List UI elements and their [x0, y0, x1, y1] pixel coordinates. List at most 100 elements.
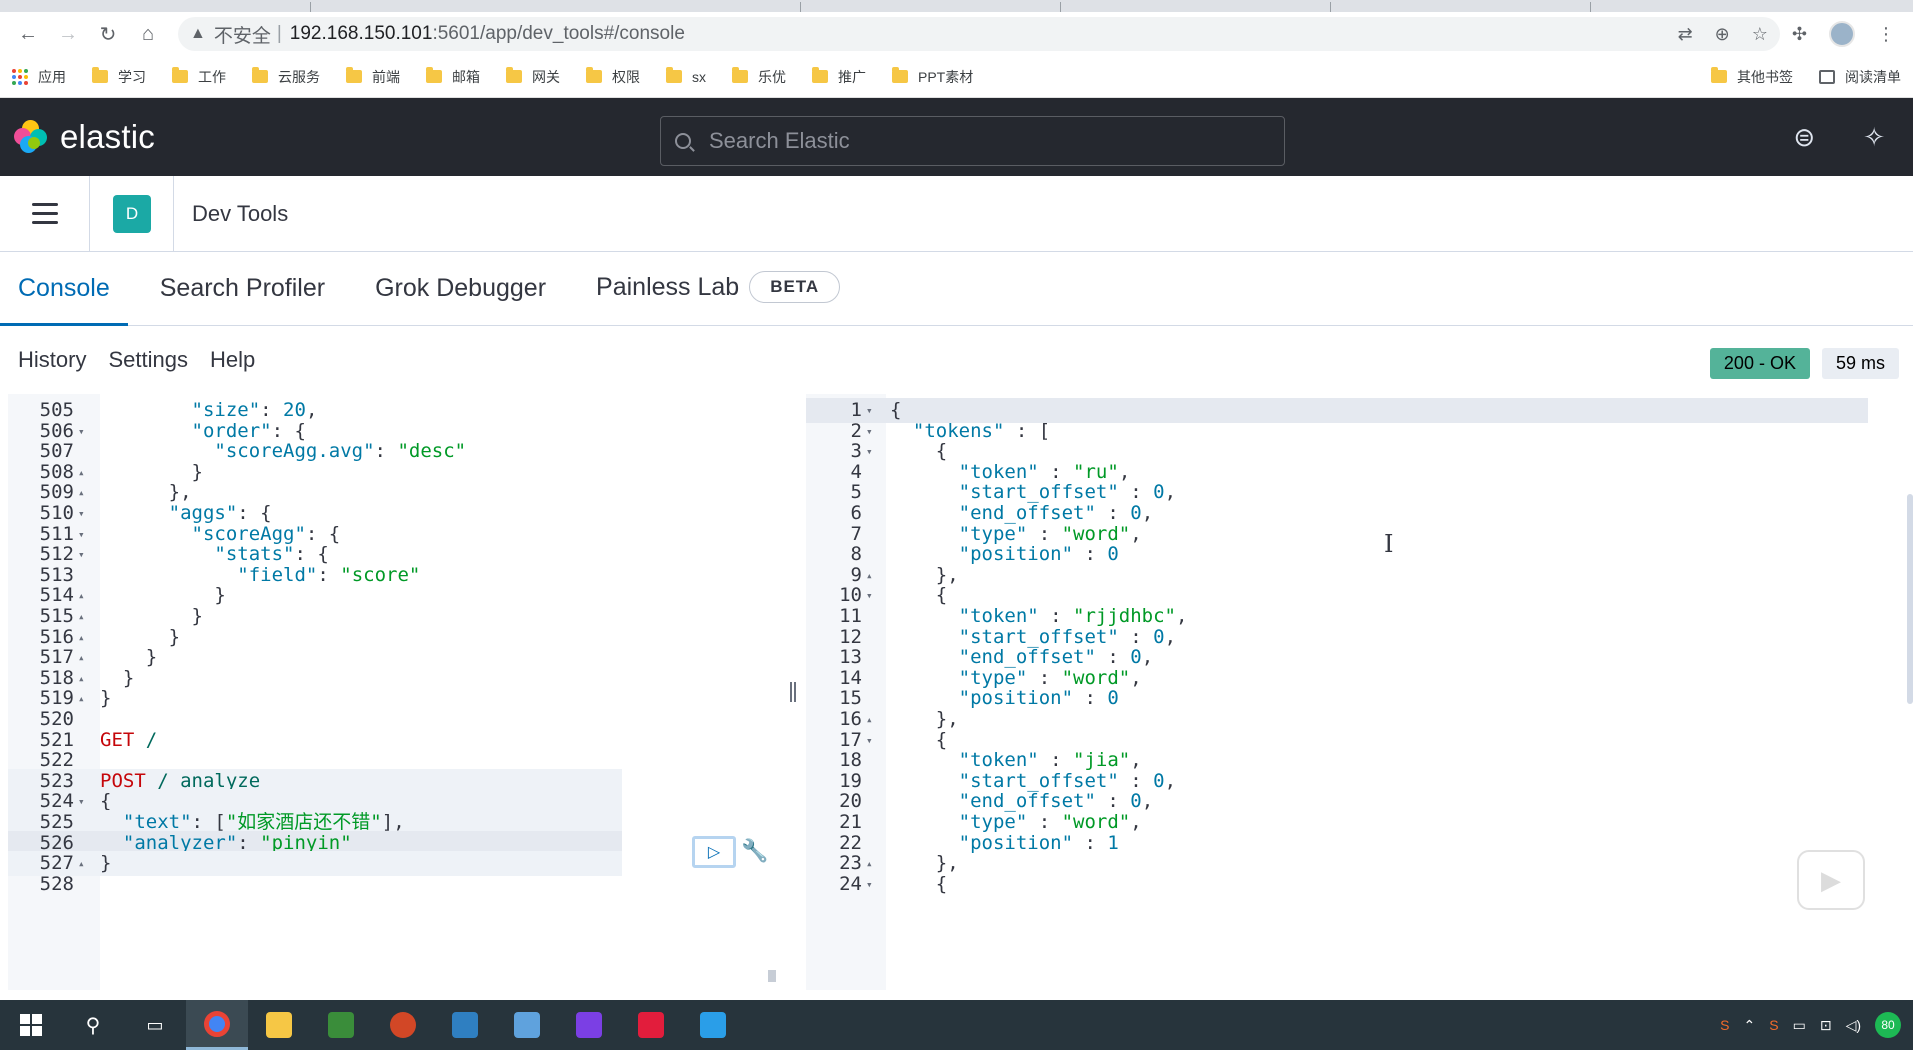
- network-icon[interactable]: ⊡: [1820, 1017, 1832, 1034]
- console-editors: 505 "size": 20, 506 ▾ "order": {507 "score…: [0, 394, 1913, 990]
- settings-link[interactable]: Settings: [108, 347, 188, 373]
- browser-tab-strip: [0, 0, 1913, 12]
- request-line[interactable]: 528: [8, 872, 622, 897]
- newsfeed-icon[interactable]: ✧: [1863, 122, 1885, 153]
- reading-list-icon: [1819, 69, 1835, 84]
- search-input[interactable]: [709, 128, 1269, 154]
- help-icon[interactable]: ⊜: [1793, 122, 1815, 153]
- send-request-icon[interactable]: ▷: [692, 836, 736, 868]
- folder-icon: [586, 67, 602, 83]
- taskbar-search-icon[interactable]: ⚲: [62, 1000, 124, 1050]
- help-link[interactable]: Help: [210, 347, 255, 373]
- url-host[interactable]: 192.168.150.101: [290, 23, 433, 45]
- folder-icon: [666, 67, 682, 83]
- fold-collapse-icon[interactable]: ▾: [866, 872, 873, 897]
- response-editor[interactable]: 1 ▾{2 ▾ "tokens" : [3 ▾ {4 "token" : "ru", 5…: [806, 394, 1878, 990]
- bookmark-folder[interactable]: 云服务: [252, 67, 320, 87]
- apps-grid-icon: [12, 68, 28, 85]
- latency-badge: 59 ms: [1821, 348, 1899, 379]
- reading-list[interactable]: 阅读清单: [1819, 67, 1901, 87]
- bookmark-folder[interactable]: 网关: [506, 67, 560, 87]
- translate-icon[interactable]: ⇄: [1678, 24, 1693, 45]
- tab-painless-lab[interactable]: Painless Lab BETA: [578, 271, 858, 325]
- breadcrumb-dev-tools: Dev Tools: [192, 200, 289, 226]
- response-line[interactable]: 24 ▾ {: [806, 872, 1878, 897]
- omnibox-divider: |: [276, 23, 282, 44]
- tab-console[interactable]: Console: [0, 274, 128, 326]
- space-avatar[interactable]: D: [113, 194, 151, 233]
- address-bar[interactable]: ▲ 不安全 | 192.168.150.101:5601/app/dev_too…: [178, 17, 1780, 51]
- folder-icon: [346, 67, 362, 83]
- back-icon[interactable]: ←: [10, 16, 46, 52]
- vmware-taskbar-icon[interactable]: [434, 1000, 496, 1050]
- search-icon: [675, 133, 691, 149]
- vscode-taskbar-icon[interactable]: [682, 1000, 744, 1050]
- notebook-taskbar-icon[interactable]: [310, 1000, 372, 1050]
- star-icon[interactable]: ☆: [1752, 24, 1768, 45]
- tray-chevron-icon[interactable]: ⌃: [1744, 1017, 1756, 1034]
- home-icon[interactable]: ⌂: [130, 16, 166, 52]
- intellij-taskbar-icon[interactable]: [558, 1000, 620, 1050]
- folder-icon: [506, 67, 522, 83]
- notification-badge[interactable]: 80: [1875, 1012, 1901, 1038]
- bookmark-label: 推广: [838, 68, 866, 85]
- ime-icon[interactable]: S: [1720, 1017, 1729, 1033]
- bookmark-label: 阅读清单: [1845, 68, 1901, 85]
- wrench-icon[interactable]: 🔧: [740, 836, 770, 866]
- folder-icon: [252, 67, 268, 83]
- bookmark-folder[interactable]: 学习: [92, 67, 146, 87]
- powerpoint-taskbar-icon[interactable]: [372, 1000, 434, 1050]
- bookmark-label: 学习: [118, 68, 146, 85]
- tab-separator: [310, 2, 311, 12]
- bookmark-folder[interactable]: 邮箱: [426, 67, 480, 87]
- bookmark-other[interactable]: 其他书签: [1711, 67, 1793, 87]
- global-search[interactable]: [660, 116, 1285, 166]
- bookmarks-bar: 应用 学习 工作 云服务 前端 邮箱 网关 权限 sx 乐优 推广 PPT素材 …: [0, 56, 1913, 98]
- elastic-logo[interactable]: elastic: [14, 118, 155, 156]
- response-scrollbar[interactable]: [1907, 494, 1913, 704]
- tab-search-profiler[interactable]: Search Profiler: [142, 274, 343, 325]
- bookmark-folder[interactable]: 权限: [586, 67, 640, 87]
- task-view-icon[interactable]: ▭: [124, 1000, 186, 1050]
- reload-icon[interactable]: ↻: [90, 16, 126, 52]
- line-number: 528: [39, 872, 74, 895]
- extensions-icon[interactable]: ✣: [1792, 24, 1807, 45]
- chrome-taskbar-icon[interactable]: [186, 1000, 248, 1050]
- request-editor[interactable]: 505 "size": 20, 506 ▾ "order": {507 "score…: [8, 394, 760, 990]
- bookmark-folder[interactable]: 乐优: [732, 67, 786, 87]
- battery-icon[interactable]: ▭: [1793, 1017, 1806, 1034]
- brand-name: elastic: [60, 118, 155, 155]
- history-link[interactable]: History: [18, 347, 86, 373]
- zoom-icon[interactable]: ⊕: [1715, 24, 1730, 45]
- tab-separator: [800, 2, 801, 12]
- hamburger-menu-icon[interactable]: [0, 175, 90, 252]
- video-play-icon[interactable]: ▶: [1797, 850, 1865, 910]
- menu-kebab-icon[interactable]: ⋮: [1877, 24, 1895, 45]
- url-path[interactable]: :5601/app/dev_tools#/console: [432, 23, 684, 45]
- profile-avatar[interactable]: [1829, 21, 1855, 47]
- tab-grok-debugger[interactable]: Grok Debugger: [357, 274, 564, 325]
- windows-start-icon[interactable]: [0, 1000, 62, 1050]
- bookmark-folder[interactable]: sx: [666, 67, 706, 85]
- resize-grip[interactable]: [768, 970, 776, 982]
- security-label[interactable]: 不安全: [214, 21, 271, 48]
- bookmark-apps[interactable]: 应用: [12, 67, 66, 87]
- sogou-icon[interactable]: S: [1769, 1017, 1778, 1033]
- bookmark-folder[interactable]: PPT素材: [892, 67, 973, 87]
- volume-icon[interactable]: ◁): [1846, 1017, 1861, 1034]
- folder-icon: [892, 67, 908, 83]
- folder-icon: [1711, 67, 1727, 83]
- breadcrumb-divider: [173, 175, 174, 252]
- pane-resizer[interactable]: [790, 682, 796, 702]
- bookmark-folder[interactable]: 推广: [812, 67, 866, 87]
- youdao-taskbar-icon[interactable]: [620, 1000, 682, 1050]
- line-number: 24: [839, 872, 862, 895]
- bookmark-folder[interactable]: 前端: [346, 67, 400, 87]
- explorer-taskbar-icon[interactable]: [248, 1000, 310, 1050]
- tab-separator: [1060, 2, 1061, 12]
- status-badge: 200 - OK: [1709, 348, 1810, 379]
- bookmark-folder[interactable]: 工作: [172, 67, 226, 87]
- remote-desktop-taskbar-icon[interactable]: [496, 1000, 558, 1050]
- warning-icon[interactable]: ▲: [190, 25, 206, 43]
- forward-icon[interactable]: →: [50, 16, 86, 52]
